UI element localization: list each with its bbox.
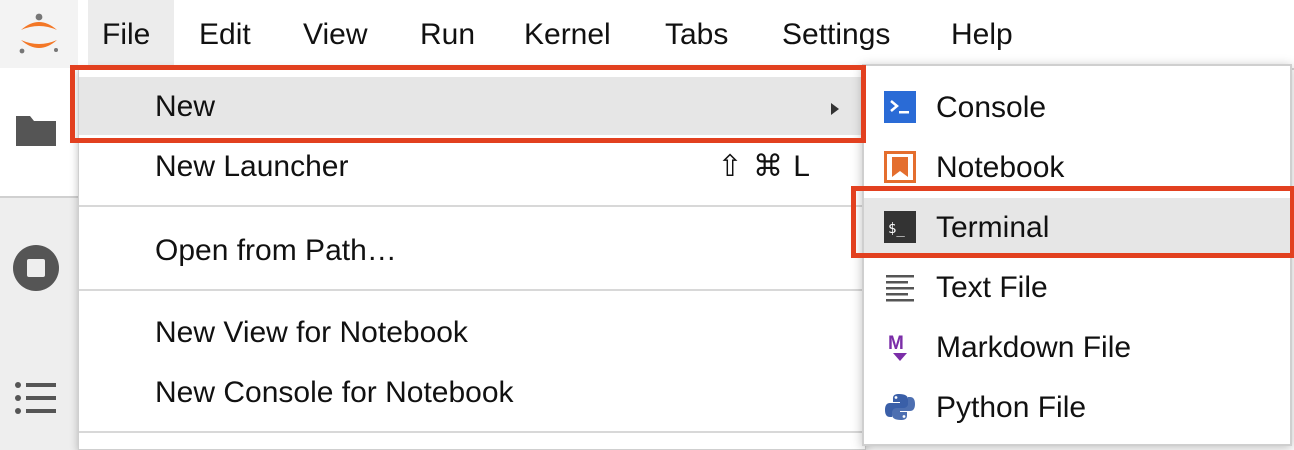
text-file-icon [886,275,914,302]
submenu-item-label: Text File [936,271,1048,304]
table-of-contents-icon[interactable] [14,380,58,416]
new-submenu: Console Notebook $_ Terminal Text File M… [862,64,1292,446]
left-sidebar [0,68,80,450]
running-stop-icon[interactable] [11,243,61,293]
menu-settings[interactable]: Settings [782,0,890,68]
submenu-item-console[interactable]: Console [864,78,1290,136]
jupyter-logo-icon[interactable] [0,0,78,68]
menu-separator [79,289,865,291]
menu-run[interactable]: Run [420,0,475,68]
submenu-item-label: Python File [936,391,1087,424]
notebook-icon [884,151,916,183]
terminal-icon: $_ [884,211,916,243]
file-menu-item-open-from-path[interactable]: Open from Path… [79,221,865,279]
submenu-item-label: Console [936,91,1047,124]
submenu-item-python-file[interactable]: Python File [864,378,1290,436]
menu-edit[interactable]: Edit [199,0,251,68]
submenu-item-text-file[interactable]: Text File [864,258,1290,316]
submenu-item-label: Notebook [936,151,1065,184]
file-menu: New New Launcher ⇧ ⌘ L Open from Path… N… [78,68,866,450]
file-menu-item-new-console-for-notebook[interactable]: New Console for Notebook [79,363,865,421]
menu-tabs[interactable]: Tabs [665,0,728,68]
file-menu-item-new-launcher[interactable]: New Launcher ⇧ ⌘ L [79,137,865,195]
menubar: File Edit View Run Kernel Tabs Settings … [0,0,1294,70]
markdown-icon: M [888,333,907,361]
python-icon [885,394,915,420]
menu-item-label: New Console for Notebook [155,376,514,409]
svg-text:M: M [888,333,904,354]
menu-item-label: Open from Path… [155,234,397,267]
menu-file[interactable]: File [88,0,174,68]
menu-item-label: New Launcher [155,150,349,183]
submenu-item-terminal[interactable]: $_ Terminal [864,198,1290,256]
file-menu-item-new[interactable]: New [79,77,865,135]
submenu-item-notebook[interactable]: Notebook [864,138,1290,196]
menu-help[interactable]: Help [951,0,1013,68]
keyboard-shortcut: ⇧ ⌘ L [717,150,811,183]
console-icon [884,91,916,123]
submenu-item-label: Markdown File [936,331,1132,364]
sidebar-tab-files[interactable] [0,68,78,198]
menu-view[interactable]: View [303,0,367,68]
menu-separator [79,205,865,207]
submenu-item-markdown-file[interactable]: M Markdown File [864,318,1290,376]
submenu-arrow-icon [831,103,839,115]
menu-separator [79,431,865,433]
submenu-item-label: Terminal [936,211,1050,244]
menu-kernel[interactable]: Kernel [524,0,611,68]
file-menu-item-new-view-for-notebook[interactable]: New View for Notebook [79,303,865,361]
menu-item-label: New [155,90,216,123]
svg-text:$_: $_ [888,221,905,237]
menu-item-label: New View for Notebook [155,316,468,349]
folder-icon [16,116,56,146]
